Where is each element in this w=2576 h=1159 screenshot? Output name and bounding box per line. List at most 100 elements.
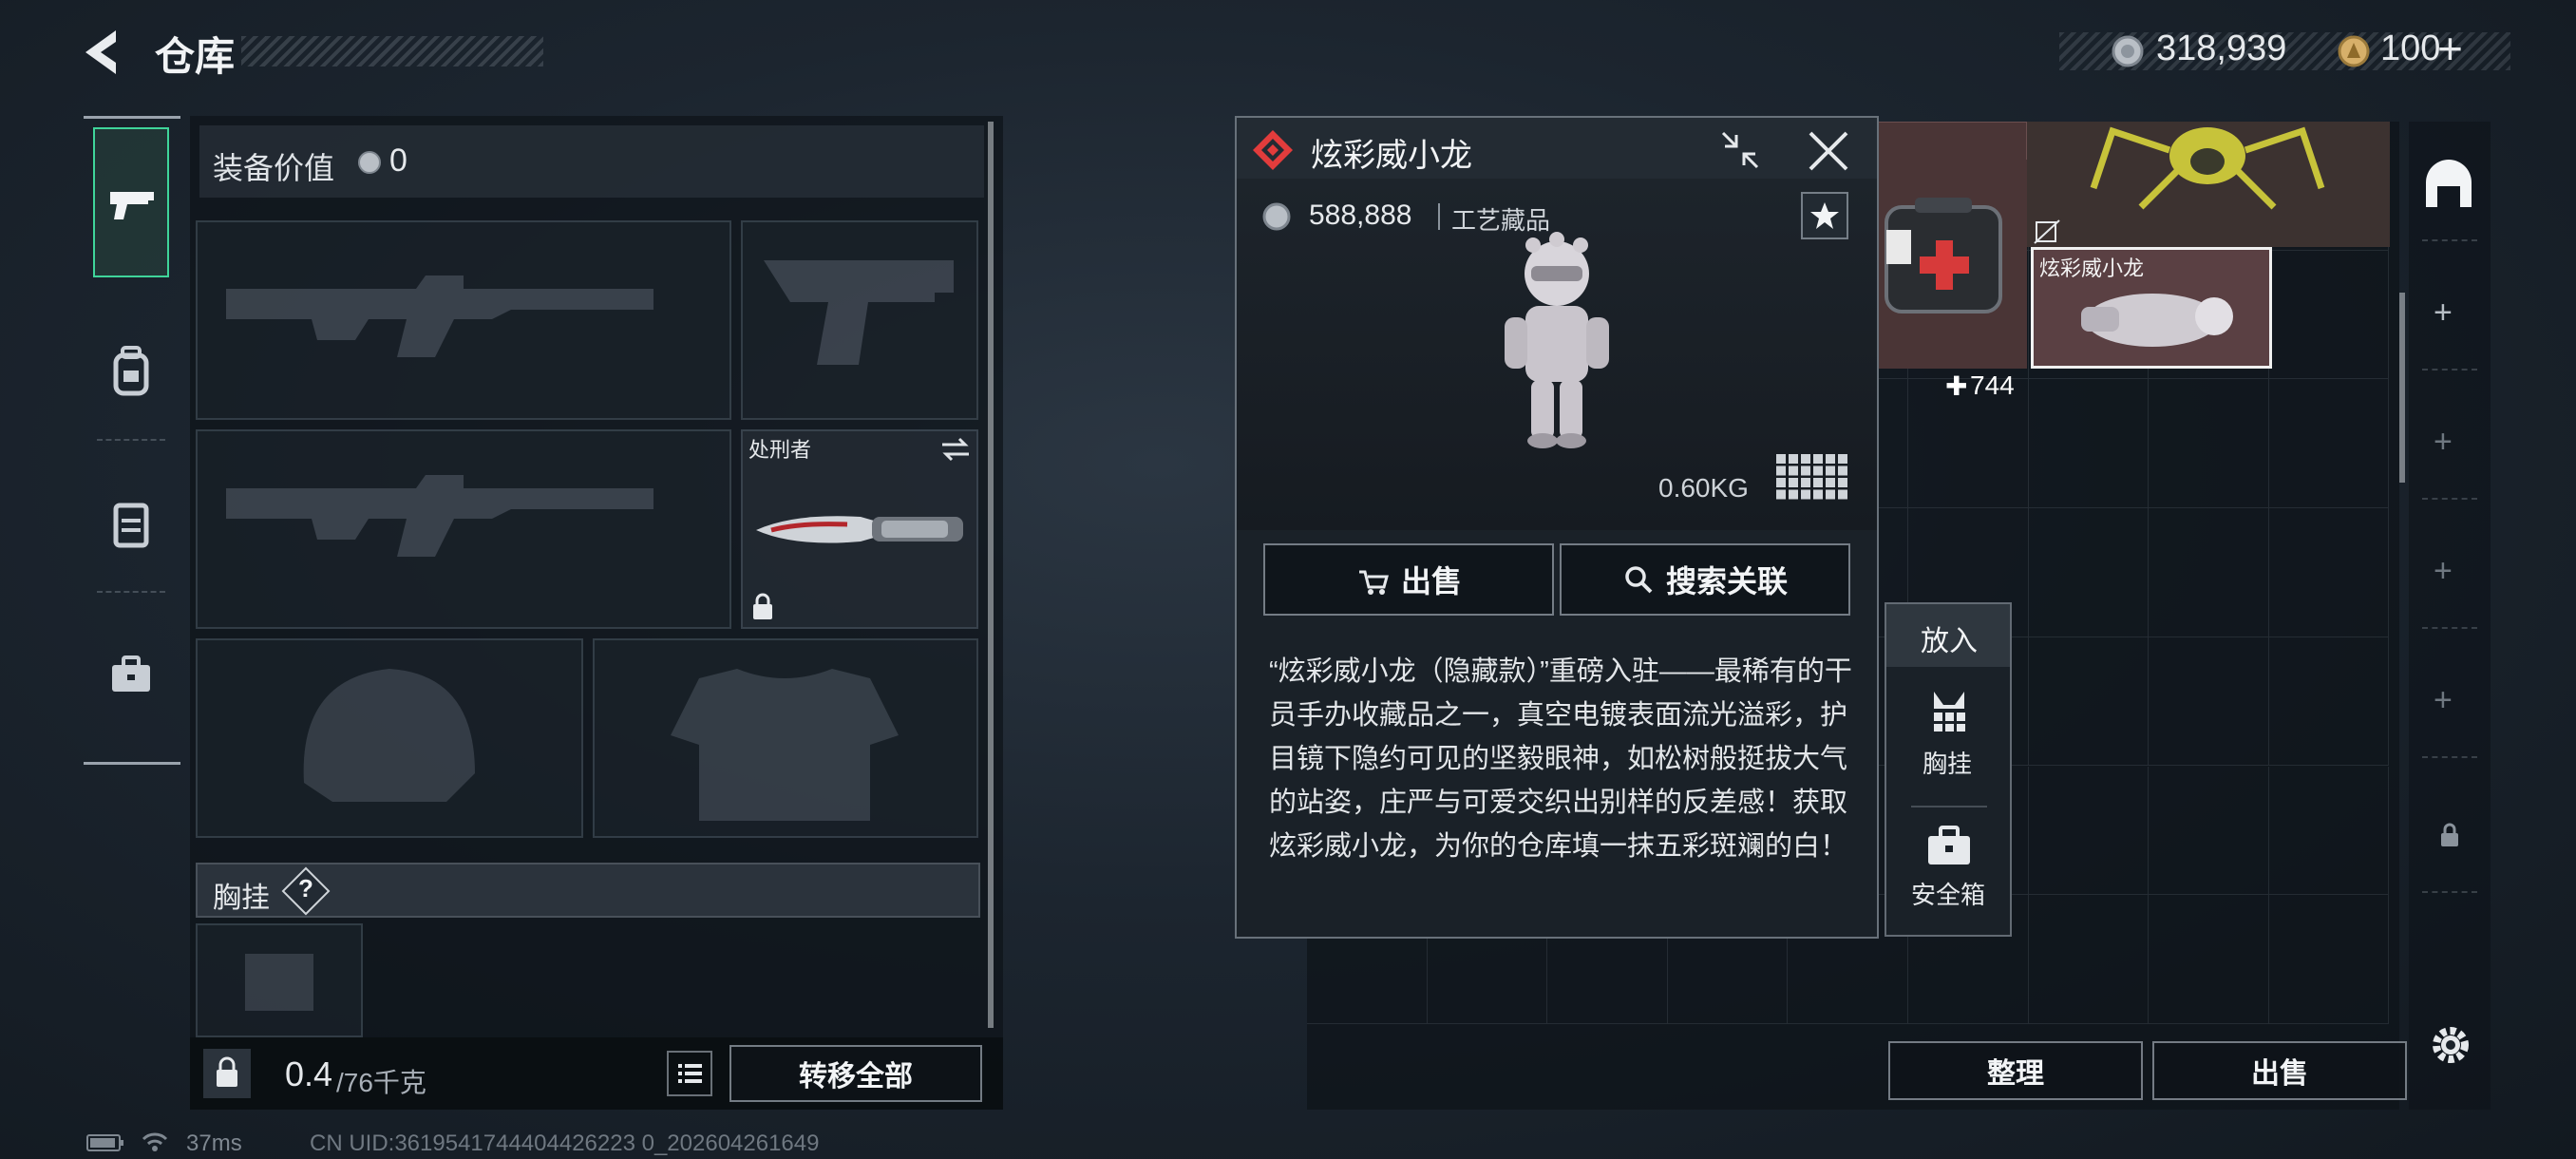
rifle-silhouette-icon	[226, 475, 653, 557]
item-detail-popup: 炫彩威小龙 588,888 工艺藏品 0.60KG 出售 搜索关联 “炫彩威小龙…	[1235, 116, 1879, 939]
helmet-slot[interactable]	[196, 638, 583, 838]
storage-grid-cell[interactable]	[2268, 636, 2390, 767]
add-storage-tab-button[interactable]: +	[2434, 682, 2453, 719]
put-menu-divider	[1911, 806, 1987, 808]
storage-grid-cell[interactable]	[2149, 766, 2269, 896]
item-preview-area: 588,888 工艺藏品 0.60KG	[1237, 179, 1877, 530]
storage-grid-cell[interactable]	[2028, 379, 2150, 509]
storage-grid-cell[interactable]	[2149, 895, 2269, 1024]
swap-icon[interactable]	[938, 435, 973, 464]
list-icon	[678, 1064, 702, 1083]
search-icon	[1625, 566, 1653, 594]
storage-grid-cell[interactable]	[2028, 508, 2150, 637]
storage-grid-cell[interactable]	[2028, 766, 2150, 896]
item-description: “炫彩威小龙（隐藏款）”重磅入驻——最稀有的干员手办收藏品之一，真空电镀表面流光…	[1269, 656, 1852, 862]
settings-button[interactable]	[2426, 1020, 2475, 1070]
storage-grid-cell[interactable]	[2268, 379, 2390, 509]
storage-grid-cell[interactable]	[2149, 379, 2269, 509]
size-grid-square	[1801, 478, 1810, 487]
coin-icon	[357, 150, 382, 175]
loadout-scrollbar[interactable]	[988, 122, 994, 1028]
add-currency-button[interactable]: +	[2437, 23, 2463, 74]
back-button[interactable]	[78, 25, 127, 80]
lock-icon	[2441, 823, 2458, 846]
size-grid-square	[1826, 489, 1835, 500]
size-grid-square	[1789, 466, 1798, 476]
sidebar-item-safe-box[interactable]	[93, 610, 169, 743]
rifle-silhouette-icon	[226, 276, 653, 357]
medkit-item[interactable]: ✚ 744	[1877, 160, 2027, 401]
ping-text: 37ms	[186, 1130, 242, 1156]
put-into-safe-box-label: 安全箱	[1911, 881, 1986, 909]
favorite-button[interactable]	[1801, 192, 1848, 239]
storage-grid-cell[interactable]	[2268, 766, 2390, 896]
primary-weapon-slot-1[interactable]	[196, 220, 731, 420]
popup-title: 炫彩威小龙	[1311, 138, 1472, 174]
storage-grid-cell[interactable]	[2268, 508, 2390, 637]
sidebar	[84, 116, 180, 766]
close-button[interactable]	[1805, 127, 1852, 175]
size-grid-square	[1813, 478, 1823, 487]
loadout-panel: 装备价值 0 处刑者 胸挂 ? 0.4 /76千克 转移全部	[190, 116, 1003, 1110]
transfer-all-button[interactable]: 转移全部	[729, 1045, 982, 1102]
rail-divider	[2422, 891, 2477, 893]
search-related-label: 搜索关联	[1665, 564, 1788, 598]
storage-grid-cell[interactable]	[2149, 636, 2269, 767]
add-storage-tab-button[interactable]: +	[2434, 294, 2453, 332]
vest-icon	[113, 503, 149, 548]
equipment-value: 0	[389, 142, 407, 179]
sidebar-item-backpack[interactable]	[93, 306, 169, 439]
storage-grid-cell[interactable]	[2028, 895, 2150, 1024]
sidebar-bottom-line	[84, 762, 180, 765]
size-grid-square	[1838, 478, 1847, 487]
storage-grid-cell[interactable]	[2149, 508, 2269, 637]
currency-value: 318,939	[2156, 28, 2287, 68]
item-state-icon	[2033, 218, 2061, 245]
melee-name: 处刑者	[748, 438, 812, 462]
spider-item[interactable]	[2027, 122, 2390, 247]
chest-rig-slot[interactable]	[196, 923, 363, 1037]
rail-divider	[2422, 627, 2477, 629]
size-grid-square	[1776, 466, 1786, 476]
item-price: 588,888	[1309, 200, 1412, 231]
size-grid-square	[1826, 454, 1835, 464]
popup-sell-button[interactable]: 出售	[1263, 543, 1554, 616]
put-into-chest-rig-label: 胸挂	[1923, 750, 1973, 778]
storage-scrollbar[interactable]	[2399, 293, 2405, 483]
melee-slot[interactable]: 处刑者	[741, 429, 978, 629]
title-stripes	[241, 36, 543, 66]
size-grid-square	[1789, 489, 1798, 500]
put-into-chest-rig[interactable]: 胸挂	[1886, 674, 2010, 800]
armor-slot[interactable]	[593, 638, 978, 838]
storage-grid-cell[interactable]	[2268, 895, 2390, 1024]
storage-grid-cell[interactable]	[2028, 636, 2150, 767]
add-storage-tab-button[interactable]: +	[2434, 424, 2453, 461]
equipment-value-label: 装备价值	[213, 151, 335, 185]
size-grid-square	[1813, 466, 1823, 476]
organize-button[interactable]: 整理	[1888, 1041, 2143, 1100]
sidebar-divider	[97, 591, 165, 593]
coin-icon	[1261, 201, 1292, 232]
equipment-value-bar: 装备价值 0	[199, 125, 984, 198]
locked-storage-tab[interactable]	[2437, 821, 2462, 849]
page-title: 仓库	[155, 34, 236, 79]
add-storage-tab-button[interactable]: +	[2434, 553, 2453, 590]
search-related-button[interactable]: 搜索关联	[1560, 543, 1850, 616]
pistol-slot[interactable]	[741, 220, 978, 420]
selected-item-dragon[interactable]: 炫彩威小龙	[2031, 247, 2272, 369]
storage-grid-cell[interactable]	[2268, 250, 2390, 380]
put-into-safe-box[interactable]: 安全箱	[1886, 813, 2010, 935]
primary-weapon-slot-2[interactable]	[196, 429, 731, 629]
size-grid-square	[1826, 466, 1835, 476]
battery-icon	[85, 1132, 125, 1153]
sidebar-item-vest[interactable]	[93, 458, 169, 591]
sidebar-divider	[97, 439, 165, 441]
size-grid-square	[1813, 489, 1823, 500]
sidebar-item-weapons[interactable]	[93, 127, 169, 277]
collapse-button[interactable]	[1719, 129, 1761, 171]
helmet-silhouette-icon	[303, 669, 475, 802]
storage-sell-button[interactable]: 出售	[2152, 1041, 2407, 1100]
rail-divider	[2422, 239, 2477, 241]
storage-tab-main[interactable]	[2418, 150, 2479, 217]
list-view-button[interactable]	[667, 1051, 712, 1096]
